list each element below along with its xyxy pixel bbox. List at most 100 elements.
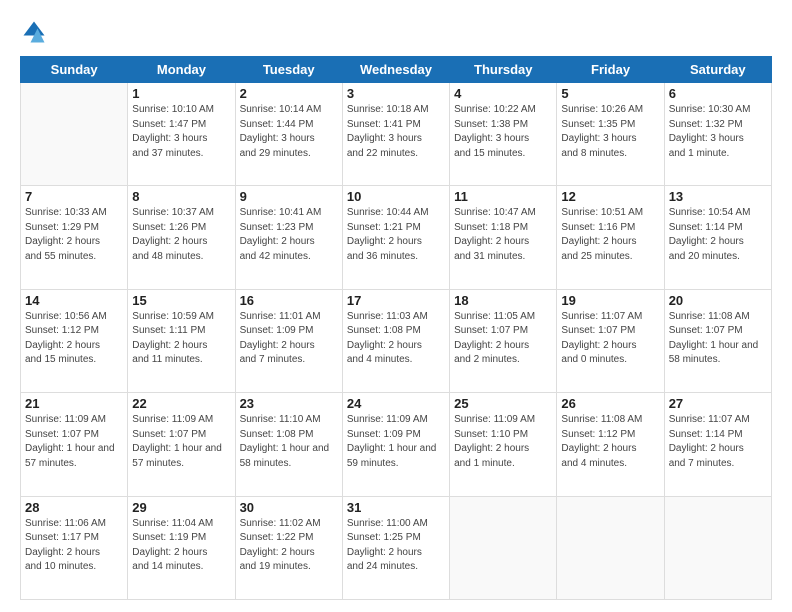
calendar-cell: 20 Sunrise: 11:08 AM Sunset: 1:07 PM Dayl… <box>664 289 771 392</box>
day-info: Sunrise: 11:07 AM Sunset: 1:14 PM Daylig… <box>669 413 767 471</box>
day-info: Sunrise: 10:59 AM Sunset: 1:11 PM Daylig… <box>132 310 230 368</box>
logo <box>20 18 54 46</box>
calendar-week-row: 7 Sunrise: 10:33 AM Sunset: 1:29 PM Dayli… <box>21 186 772 289</box>
day-number: 15 <box>132 293 230 308</box>
calendar-cell: 19 Sunrise: 11:07 AM Sunset: 1:07 PM Dayl… <box>557 289 664 392</box>
day-info: Sunrise: 10:10 AM Sunset: 1:47 PM Daylig… <box>132 103 230 161</box>
day-number: 23 <box>240 396 338 411</box>
calendar-cell: 7 Sunrise: 10:33 AM Sunset: 1:29 PM Dayli… <box>21 186 128 289</box>
calendar-cell: 22 Sunrise: 11:09 AM Sunset: 1:07 PM Dayl… <box>128 393 235 496</box>
day-info: Sunrise: 10:26 AM Sunset: 1:35 PM Daylig… <box>561 103 659 161</box>
day-number: 17 <box>347 293 445 308</box>
day-info: Sunrise: 11:08 AM Sunset: 1:12 PM Daylig… <box>561 413 659 471</box>
day-number: 2 <box>240 86 338 101</box>
day-info: Sunrise: 10:22 AM Sunset: 1:38 PM Daylig… <box>454 103 552 161</box>
calendar-cell: 27 Sunrise: 11:07 AM Sunset: 1:14 PM Dayl… <box>664 393 771 496</box>
day-info: Sunrise: 11:08 AM Sunset: 1:07 PM Daylig… <box>669 310 767 368</box>
day-info: Sunrise: 11:02 AM Sunset: 1:22 PM Daylig… <box>240 517 338 575</box>
day-number: 14 <box>25 293 123 308</box>
calendar-cell: 26 Sunrise: 11:08 AM Sunset: 1:12 PM Dayl… <box>557 393 664 496</box>
calendar-cell: 21Sunrise: 11:09 AM Sunset: 1:07 PM Dayl… <box>21 393 128 496</box>
weekday-header: Tuesday <box>235 57 342 83</box>
day-info: Sunrise: 10:51 AM Sunset: 1:16 PM Daylig… <box>561 206 659 264</box>
calendar-cell: 17Sunrise: 11:03 AM Sunset: 1:08 PM Dayl… <box>342 289 449 392</box>
day-info: Sunrise: 11:04 AM Sunset: 1:19 PM Daylig… <box>132 517 230 575</box>
day-number: 24 <box>347 396 445 411</box>
calendar-cell: 13Sunrise: 10:54 AM Sunset: 1:14 PM Dayl… <box>664 186 771 289</box>
day-number: 31 <box>347 500 445 515</box>
weekday-header: Sunday <box>21 57 128 83</box>
calendar-cell: 18 Sunrise: 11:05 AM Sunset: 1:07 PM Dayl… <box>450 289 557 392</box>
day-number: 16 <box>240 293 338 308</box>
weekday-header: Friday <box>557 57 664 83</box>
day-info: Sunrise: 11:10 AM Sunset: 1:08 PM Daylig… <box>240 413 338 471</box>
day-info: Sunrise: 11:05 AM Sunset: 1:07 PM Daylig… <box>454 310 552 368</box>
calendar-week-row: 21Sunrise: 11:09 AM Sunset: 1:07 PM Dayl… <box>21 393 772 496</box>
day-number: 8 <box>132 189 230 204</box>
day-info: Sunrise: 11:01 AM Sunset: 1:09 PM Daylig… <box>240 310 338 368</box>
calendar-table: SundayMondayTuesdayWednesdayThursdayFrid… <box>20 56 772 600</box>
day-number: 4 <box>454 86 552 101</box>
day-number: 7 <box>25 189 123 204</box>
day-number: 18 <box>454 293 552 308</box>
calendar-cell: 9 Sunrise: 10:41 AM Sunset: 1:23 PM Dayli… <box>235 186 342 289</box>
day-number: 20 <box>669 293 767 308</box>
day-info: Sunrise: 10:56 AM Sunset: 1:12 PM Daylig… <box>25 310 123 368</box>
calendar-cell <box>664 496 771 599</box>
day-number: 22 <box>132 396 230 411</box>
day-info: Sunrise: 11:09 AM Sunset: 1:07 PM Daylig… <box>25 413 123 471</box>
calendar-week-row: 1Sunrise: 10:10 AM Sunset: 1:47 PM Dayli… <box>21 83 772 186</box>
calendar-cell: 11 Sunrise: 10:47 AM Sunset: 1:18 PM Dayl… <box>450 186 557 289</box>
calendar-cell: 4 Sunrise: 10:22 AM Sunset: 1:38 PM Dayli… <box>450 83 557 186</box>
weekday-header: Saturday <box>664 57 771 83</box>
weekday-header: Monday <box>128 57 235 83</box>
day-number: 30 <box>240 500 338 515</box>
calendar-cell: 5Sunrise: 10:26 AM Sunset: 1:35 PM Dayli… <box>557 83 664 186</box>
calendar-cell: 23 Sunrise: 11:10 AM Sunset: 1:08 PM Dayl… <box>235 393 342 496</box>
day-info: Sunrise: 11:07 AM Sunset: 1:07 PM Daylig… <box>561 310 659 368</box>
day-info: Sunrise: 10:33 AM Sunset: 1:29 PM Daylig… <box>25 206 123 264</box>
day-number: 6 <box>669 86 767 101</box>
calendar-cell: 31Sunrise: 11:00 AM Sunset: 1:25 PM Dayl… <box>342 496 449 599</box>
day-number: 27 <box>669 396 767 411</box>
calendar-cell: 25 Sunrise: 11:09 AM Sunset: 1:10 PM Dayl… <box>450 393 557 496</box>
day-number: 26 <box>561 396 659 411</box>
day-number: 11 <box>454 189 552 204</box>
calendar-week-row: 28Sunrise: 11:06 AM Sunset: 1:17 PM Dayl… <box>21 496 772 599</box>
calendar-cell: 6Sunrise: 10:30 AM Sunset: 1:32 PM Dayli… <box>664 83 771 186</box>
day-number: 13 <box>669 189 767 204</box>
calendar-cell: 14 Sunrise: 10:56 AM Sunset: 1:12 PM Dayl… <box>21 289 128 392</box>
day-info: Sunrise: 11:09 AM Sunset: 1:09 PM Daylig… <box>347 413 445 471</box>
day-info: Sunrise: 10:18 AM Sunset: 1:41 PM Daylig… <box>347 103 445 161</box>
calendar-cell: 2 Sunrise: 10:14 AM Sunset: 1:44 PM Dayli… <box>235 83 342 186</box>
day-number: 19 <box>561 293 659 308</box>
day-info: Sunrise: 11:09 AM Sunset: 1:10 PM Daylig… <box>454 413 552 471</box>
logo-icon <box>20 18 48 46</box>
calendar-week-row: 14 Sunrise: 10:56 AM Sunset: 1:12 PM Dayl… <box>21 289 772 392</box>
day-info: Sunrise: 10:44 AM Sunset: 1:21 PM Daylig… <box>347 206 445 264</box>
day-number: 12 <box>561 189 659 204</box>
calendar-cell: 16 Sunrise: 11:01 AM Sunset: 1:09 PM Dayl… <box>235 289 342 392</box>
day-number: 10 <box>347 189 445 204</box>
calendar-cell: 29 Sunrise: 11:04 AM Sunset: 1:19 PM Dayl… <box>128 496 235 599</box>
calendar-cell: 10 Sunrise: 10:44 AM Sunset: 1:21 PM Dayl… <box>342 186 449 289</box>
day-info: Sunrise: 11:06 AM Sunset: 1:17 PM Daylig… <box>25 517 123 575</box>
calendar-cell: 3 Sunrise: 10:18 AM Sunset: 1:41 PM Dayli… <box>342 83 449 186</box>
day-info: Sunrise: 10:37 AM Sunset: 1:26 PM Daylig… <box>132 206 230 264</box>
calendar-header-row: SundayMondayTuesdayWednesdayThursdayFrid… <box>21 57 772 83</box>
weekday-header: Wednesday <box>342 57 449 83</box>
day-number: 25 <box>454 396 552 411</box>
day-info: Sunrise: 10:47 AM Sunset: 1:18 PM Daylig… <box>454 206 552 264</box>
calendar-cell: 30 Sunrise: 11:02 AM Sunset: 1:22 PM Dayl… <box>235 496 342 599</box>
day-info: Sunrise: 10:14 AM Sunset: 1:44 PM Daylig… <box>240 103 338 161</box>
day-number: 9 <box>240 189 338 204</box>
day-number: 3 <box>347 86 445 101</box>
day-number: 29 <box>132 500 230 515</box>
day-info: Sunrise: 10:41 AM Sunset: 1:23 PM Daylig… <box>240 206 338 264</box>
calendar-cell: 15 Sunrise: 10:59 AM Sunset: 1:11 PM Dayl… <box>128 289 235 392</box>
calendar-cell: 12 Sunrise: 10:51 AM Sunset: 1:16 PM Dayl… <box>557 186 664 289</box>
calendar-cell: 28Sunrise: 11:06 AM Sunset: 1:17 PM Dayl… <box>21 496 128 599</box>
day-info: Sunrise: 11:09 AM Sunset: 1:07 PM Daylig… <box>132 413 230 471</box>
calendar-cell <box>450 496 557 599</box>
calendar-cell <box>557 496 664 599</box>
